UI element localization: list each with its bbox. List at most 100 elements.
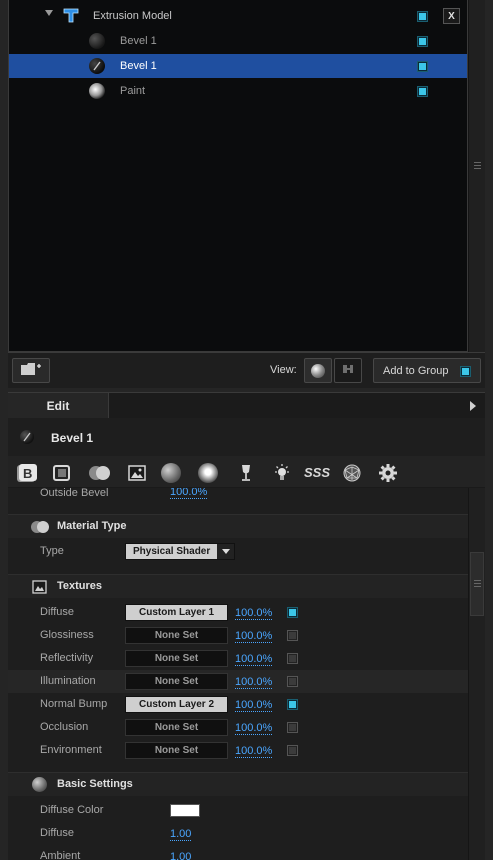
texture-strength[interactable]: 100.0%	[235, 677, 273, 689]
texture-row-illumination: Illumination None Set 100.0%	[8, 670, 468, 693]
add-to-group-checkbox[interactable]	[460, 366, 471, 377]
material-sphere-icon	[20, 430, 34, 444]
tree-row-bevel-selected[interactable]: Bevel 1	[9, 54, 467, 78]
texture-enable-checkbox[interactable]	[287, 630, 298, 641]
texture-label: Glossiness	[40, 629, 94, 641]
texture-label: Environment	[40, 744, 102, 756]
tree-row-extrusion-model[interactable]: Extrusion Model X	[9, 4, 467, 28]
scrollbar-thumb[interactable]	[470, 552, 484, 616]
extrusion-model-icon	[63, 8, 79, 23]
bevel-icon[interactable]: B	[16, 463, 37, 483]
texture-enable-checkbox[interactable]	[287, 676, 298, 687]
visibility-checkbox[interactable]	[417, 61, 428, 72]
material-properties-panel: Outside Bevel 100.0% Material Type Type …	[8, 488, 468, 860]
outside-bevel-label: Outside Bevel	[40, 488, 109, 499]
texture-strength[interactable]: 100.0%	[235, 631, 273, 643]
material-sphere-icon	[89, 33, 105, 49]
new-folder-button[interactable]	[12, 358, 50, 383]
type-dropdown[interactable]: Physical Shader	[125, 543, 235, 560]
texture-enable-checkbox[interactable]	[287, 745, 298, 756]
glass-icon[interactable]	[236, 463, 256, 483]
texture-label: Reflectivity	[40, 652, 94, 664]
texture-strength[interactable]: 100.0%	[235, 608, 273, 620]
tree-row-bevel[interactable]: Bevel 1	[9, 29, 467, 53]
texture-row-glossiness: Glossiness None Set 100.0%	[8, 624, 468, 647]
texture-enable-checkbox[interactable]	[287, 722, 298, 733]
add-to-group-button[interactable]: Add to Group	[373, 358, 481, 383]
type-dropdown-value: Physical Shader	[133, 546, 211, 557]
section-basic-settings[interactable]: Basic Settings	[8, 772, 468, 796]
texture-strength[interactable]: 100.0%	[235, 723, 273, 735]
texture-slot[interactable]: None Set	[125, 650, 228, 667]
material-name: Bevel 1	[51, 431, 94, 445]
material-type-icon	[30, 520, 52, 537]
visibility-checkbox[interactable]	[417, 36, 428, 47]
chevron-down-icon	[217, 544, 234, 559]
texture-slot[interactable]: None Set	[125, 719, 228, 736]
gear-icon[interactable]	[378, 463, 398, 483]
basic-settings-icon[interactable]	[161, 463, 181, 483]
visibility-checkbox[interactable]	[417, 11, 428, 22]
diffuse-value[interactable]: 1.00	[170, 829, 192, 841]
outside-bevel-row: Outside Bevel 100.0%	[8, 488, 468, 505]
section-material-type[interactable]: Material Type	[8, 514, 468, 538]
texture-slot[interactable]: Custom Layer 2	[125, 696, 228, 713]
outside-bevel-value[interactable]: 100.0%	[170, 488, 208, 499]
section-title: Textures	[57, 580, 103, 592]
texture-row-environment: Environment None Set 100.0%	[8, 739, 468, 762]
object-view-icon	[341, 362, 355, 379]
svg-text:B: B	[23, 466, 32, 481]
texture-strength[interactable]: 100.0%	[235, 654, 273, 666]
view-object-button[interactable]	[334, 358, 362, 383]
wireframe-icon[interactable]	[342, 463, 362, 483]
expand-arrow-icon[interactable]	[45, 10, 53, 16]
diffuse-color-swatch[interactable]	[170, 804, 200, 817]
visibility-checkbox[interactable]	[417, 86, 428, 97]
app-window: Extrusion Model X Bevel 1 Bevel 1 Paint	[0, 0, 493, 860]
tree-row-label: Bevel 1	[120, 35, 157, 47]
extrusion-icon[interactable]	[52, 463, 72, 483]
texture-row-occlusion: Occlusion None Set 100.0%	[8, 716, 468, 739]
tree-row-paint[interactable]: Paint	[9, 79, 467, 103]
ambient-value[interactable]: 1.00	[170, 852, 191, 860]
edit-tab-bar: Edit	[8, 392, 485, 419]
folder-add-icon	[20, 362, 42, 380]
tree-row-label: Extrusion Model	[93, 10, 172, 22]
diffuse-label: Diffuse	[40, 827, 75, 839]
texture-slot[interactable]: Custom Layer 1	[125, 604, 228, 621]
texture-enable-checkbox[interactable]	[287, 699, 298, 710]
tree-toolbar: View: Add to Group	[8, 352, 485, 388]
light-icon[interactable]	[272, 463, 292, 483]
texture-slot[interactable]: None Set	[125, 627, 228, 644]
tree-row-label: Bevel 1	[120, 60, 157, 72]
texture-enable-checkbox[interactable]	[287, 653, 298, 664]
tab-edit[interactable]: Edit	[8, 393, 109, 419]
sss-icon[interactable]: SSS	[304, 465, 330, 485]
reflection-icon[interactable]	[198, 463, 218, 483]
close-button[interactable]: X	[443, 8, 460, 24]
section-textures[interactable]: Textures	[8, 574, 468, 598]
properties-scrollbar[interactable]	[468, 488, 485, 860]
texture-strength[interactable]: 100.0%	[235, 746, 273, 758]
material-sphere-icon	[89, 83, 105, 99]
texture-enable-checkbox[interactable]	[287, 607, 298, 618]
tree-scrollbar[interactable]	[468, 0, 485, 352]
texture-slot[interactable]: None Set	[125, 742, 228, 759]
texture-strength[interactable]: 100.0%	[235, 700, 273, 712]
layer-tree-panel: Extrusion Model X Bevel 1 Bevel 1 Paint	[8, 0, 468, 352]
view-label: View:	[270, 364, 297, 376]
view-sphere-button[interactable]	[304, 358, 332, 383]
section-title: Material Type	[57, 520, 127, 532]
type-label: Type	[40, 545, 64, 557]
texture-label: Diffuse	[40, 606, 75, 618]
texture-label: Normal Bump	[40, 698, 108, 710]
diffuse-color-label: Diffuse Color	[40, 804, 104, 816]
panel-expand-arrow-icon[interactable]	[470, 401, 476, 411]
texture-slot[interactable]: None Set	[125, 673, 228, 690]
texture-icon[interactable]	[127, 463, 147, 483]
material-type-icon[interactable]	[88, 463, 112, 483]
texture-row-normal-bump: Normal Bump Custom Layer 2 100.0%	[8, 693, 468, 716]
texture-row-reflectivity: Reflectivity None Set 100.0%	[8, 647, 468, 670]
sphere-view-icon	[311, 363, 325, 378]
texture-row-diffuse: Diffuse Custom Layer 1 100.0%	[8, 601, 468, 624]
